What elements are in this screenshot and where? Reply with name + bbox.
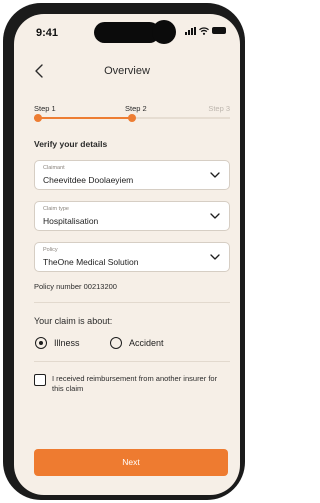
- radio-button[interactable]: [110, 337, 122, 349]
- chevron-down-icon: [210, 213, 220, 219]
- policy-select[interactable]: Policy TheOne Medical Solution: [34, 242, 230, 272]
- step-progress: Step 1 Step 2 Step 3: [34, 104, 230, 128]
- progress-fill: [34, 117, 132, 119]
- reimbursement-checkbox-row[interactable]: I received reimbursement from another in…: [34, 374, 230, 404]
- status-time: 9:41: [36, 27, 59, 39]
- chevron-down-icon: [210, 172, 220, 178]
- cellular-signal-icon: [185, 27, 196, 35]
- step-2-label: Step 2: [125, 104, 147, 113]
- step-3-label: Step 3: [208, 104, 230, 113]
- system-icons: [185, 27, 226, 35]
- top-nav: Overview: [14, 60, 240, 86]
- section-title: Verify your details: [34, 139, 108, 149]
- policy-value: TheOne Medical Solution: [43, 257, 139, 267]
- radio-illness-label: Illness: [54, 338, 80, 348]
- status-bar: 9:41: [14, 14, 240, 48]
- radio-button[interactable]: [35, 337, 47, 349]
- radio-accident[interactable]: Accident: [110, 336, 164, 350]
- chevron-down-icon: [210, 254, 220, 260]
- claimant-value: Cheevitdee Doolaeyiem: [43, 175, 134, 185]
- claimant-select[interactable]: Claimant Cheevitdee Doolaeyiem: [34, 160, 230, 190]
- step-2-dot: [128, 114, 136, 122]
- step-1-dot: [34, 114, 42, 122]
- claimant-label: Claimant: [43, 165, 65, 171]
- divider: [34, 361, 230, 362]
- policy-label: Policy: [43, 247, 58, 253]
- next-button[interactable]: Next: [34, 449, 228, 476]
- battery-icon: [212, 27, 226, 34]
- radio-illness[interactable]: Illness: [35, 336, 80, 350]
- claim-type-value: Hospitalisation: [43, 216, 99, 226]
- claim-type-label: Claim type: [43, 206, 69, 212]
- dynamic-island: [94, 22, 160, 43]
- divider: [34, 302, 230, 303]
- reimbursement-checkbox[interactable]: [34, 374, 46, 386]
- phone-frame: 9:41 Overview Step 1 Step 2 Step 3 Verif…: [3, 3, 245, 500]
- app-screen: 9:41 Overview Step 1 Step 2 Step 3 Verif…: [14, 14, 240, 495]
- claim-type-select[interactable]: Claim type Hospitalisation: [34, 201, 230, 231]
- page-title: Overview: [104, 65, 150, 77]
- step-1-label: Step 1: [34, 104, 56, 113]
- front-camera: [152, 20, 176, 44]
- policy-number: Policy number 00213200: [34, 282, 117, 291]
- reimbursement-checkbox-label: I received reimbursement from another in…: [52, 374, 218, 393]
- wifi-icon: [199, 27, 209, 35]
- radio-accident-label: Accident: [129, 338, 164, 348]
- claim-about-question: Your claim is about:: [34, 316, 113, 326]
